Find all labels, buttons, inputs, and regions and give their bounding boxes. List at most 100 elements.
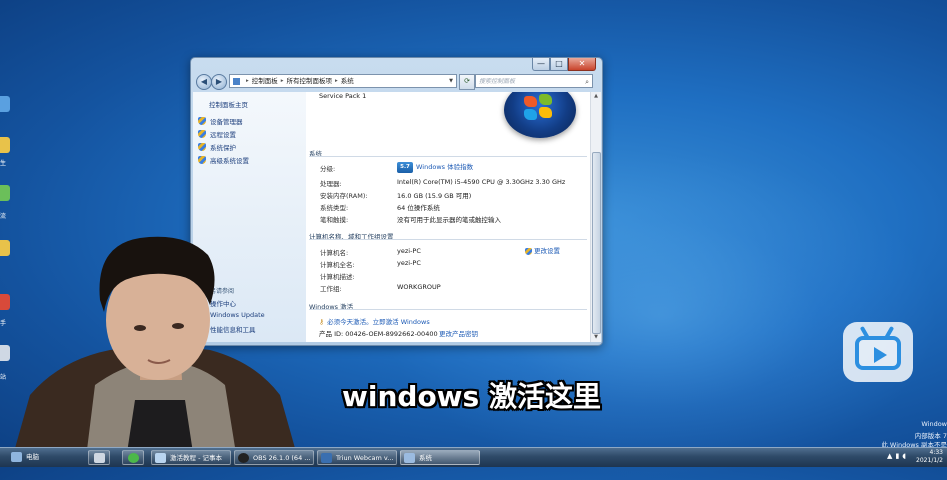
shield-icon <box>198 156 206 164</box>
taskbar-item-obs[interactable]: OBS 26.1.0 (64 ... <box>234 450 314 465</box>
wei-link[interactable]: Windows 体验指数 <box>416 163 473 171</box>
taskbar-item-notepad[interactable]: 激活教程 - 记事本 <box>151 450 231 465</box>
navigation-bar: ◀ ▶ ▸ 控制面板 ▸ 所有控制面板项 ▸ 系统 ▼ ⟳ 搜索控制面板 ⌕ <box>191 72 602 92</box>
search-input[interactable]: 搜索控制面板 ⌕ <box>475 74 593 88</box>
key-icon: ⚷ <box>319 318 325 326</box>
desktop-icon[interactable] <box>0 185 10 201</box>
sidebar-item-performance[interactable]: 性能信息和工具 <box>210 324 256 334</box>
ram-label: 安装内存(RAM): <box>320 192 368 200</box>
sidebar-item-action-center[interactable]: 操作中心 <box>210 298 236 308</box>
change-settings-label: 更改设置 <box>534 247 560 255</box>
sidebar-item-remote-settings[interactable]: 远程设置 <box>198 129 236 139</box>
scroll-thumb[interactable] <box>592 152 601 334</box>
desktop-icon[interactable] <box>0 345 10 361</box>
desktop-icon-label: 站 <box>0 374 7 381</box>
see-also-heading: 另请参阅 <box>210 288 235 295</box>
pen-touch-value: 没有可用于此显示器的笔或触控输入 <box>397 216 501 224</box>
taskbar-pinned-app[interactable] <box>88 450 110 465</box>
sidebar-item-label: 设备管理器 <box>210 118 243 126</box>
description-label: 计算机描述: <box>320 273 355 281</box>
taskbar-pinned-app[interactable] <box>122 450 144 465</box>
desktop-icon[interactable] <box>0 137 10 153</box>
system-type-value: 64 位操作系统 <box>397 204 440 212</box>
back-arrow-icon[interactable]: ◀ <box>196 74 212 90</box>
bilibili-screen <box>855 336 901 370</box>
sidebar-item-system-protection[interactable]: 系统保护 <box>198 142 236 152</box>
flag-red <box>524 96 537 107</box>
taskbar-item-system[interactable]: 系统 <box>400 450 480 465</box>
address-bar[interactable]: ▸ 控制面板 ▸ 所有控制面板项 ▸ 系统 ▼ <box>229 74 457 88</box>
computer-icon <box>11 452 22 462</box>
activation-link-label: 必须今天激活。立即激活 Windows <box>327 318 430 326</box>
breadcrumb-separator-icon: ▸ <box>335 78 338 84</box>
clock-time: 4:33 <box>929 449 943 456</box>
wei-badge: 5.7 <box>397 161 413 173</box>
scrollbar[interactable]: ▲ ▼ <box>590 92 601 342</box>
bilibili-logo-icon <box>843 322 913 382</box>
desktop-icon[interactable] <box>0 294 10 310</box>
breadcrumb-item[interactable]: 控制面板 <box>252 74 278 88</box>
section-divider <box>309 239 587 240</box>
desktop-icon-label: 手 <box>0 320 7 327</box>
clock[interactable]: 4:33 2021/1/2 <box>916 449 943 465</box>
system-type-label: 系统类型: <box>320 204 349 212</box>
pen-touch-label: 笔和触摸: <box>320 216 349 224</box>
app-icon <box>94 453 105 463</box>
flag-yellow <box>539 107 552 118</box>
system-window: — □ ✕ ◀ ▶ ▸ 控制面板 ▸ 所有控制面板项 ▸ 系统 ▼ ⟳ 搜索控制… <box>190 57 603 346</box>
flag-blue <box>524 109 537 120</box>
search-icon[interactable]: ⌕ <box>585 75 589 89</box>
system-tray[interactable]: ▲▮◖ <box>887 452 909 460</box>
taskbar-item-label: Triun Webcam v... <box>336 454 394 462</box>
sidebar-item-device-manager[interactable]: 设备管理器 <box>198 116 243 126</box>
caption-buttons: — □ ✕ <box>532 58 596 71</box>
change-product-key-link[interactable]: 更改产品密钥 <box>439 328 478 338</box>
taskbar-item-label: 系统 <box>419 454 432 462</box>
sidebar: 控制面板主页 设备管理器 远程设置 系统保护 高级系统设置 另请参阅 操作中心 … <box>193 92 306 342</box>
full-name-value: yezi-PC <box>397 259 421 267</box>
content-pane: Service Pack 1 系统 分级: 5.7 Windows 体验指数 处理… <box>306 92 590 342</box>
taskbar-item-computer[interactable]: 电脑 <box>8 450 80 465</box>
volume-icon[interactable]: ◖ <box>902 452 909 460</box>
processor-value: Intel(R) Core(TM) i5-4590 CPU @ 3.30GHz … <box>397 178 566 186</box>
rating-value[interactable]: 5.7 Windows 体验指数 <box>397 161 473 173</box>
flag-green <box>539 94 552 105</box>
desktop-icon[interactable] <box>0 96 10 112</box>
full-name-label: 计算机全名: <box>320 261 355 269</box>
sidebar-item-label: 高级系统设置 <box>210 157 249 165</box>
section-divider <box>309 156 587 157</box>
sidebar-home-link[interactable]: 控制面板主页 <box>209 99 248 109</box>
sidebar-item-advanced-settings[interactable]: 高级系统设置 <box>198 155 249 165</box>
scroll-down-icon[interactable]: ▼ <box>591 334 601 340</box>
chevron-down-icon[interactable]: ▼ <box>449 74 453 88</box>
windows-watermark-line: Window <box>921 420 947 428</box>
sidebar-item-label: 远程设置 <box>210 131 236 139</box>
person-neck <box>140 345 182 380</box>
taskbar: 电脑 激活教程 - 记事本 OBS 26.1.0 (64 ... Triun W… <box>0 447 947 467</box>
ram-value: 16.0 GB (15.9 GB 可用) <box>397 192 472 200</box>
app-icon <box>128 453 139 463</box>
rating-label: 分级: <box>320 165 336 173</box>
scroll-up-icon[interactable]: ▲ <box>591 93 601 99</box>
computer-name-label: 计算机名: <box>320 249 349 257</box>
close-button[interactable]: ✕ <box>568 58 596 71</box>
minimize-button[interactable]: — <box>532 58 550 71</box>
breadcrumb-item[interactable]: 系统 <box>341 74 354 88</box>
desktop-icon[interactable] <box>0 240 10 256</box>
maximize-button[interactable]: □ <box>550 58 568 71</box>
control-panel-icon <box>233 77 240 85</box>
refresh-icon[interactable]: ⟳ <box>459 74 475 90</box>
taskbar-item-label: 电脑 <box>26 453 39 461</box>
taskbar-item-webcam[interactable]: Triun Webcam v... <box>317 450 397 465</box>
activation-link[interactable]: ⚷ 必须今天激活。立即激活 Windows <box>319 316 430 326</box>
desktop-icon-label: 生 <box>0 160 7 167</box>
forward-arrow-icon[interactable]: ▶ <box>211 74 227 90</box>
change-settings-link[interactable]: 更改设置 <box>525 245 560 255</box>
person-eye <box>134 325 146 331</box>
workgroup-label: 工作组: <box>320 285 342 293</box>
computer-name-value: yezi-PC <box>397 247 421 255</box>
product-id: 产品 ID: 00426-OEM-8992662-00400 <box>319 330 438 338</box>
windows-logo-icon <box>504 92 576 138</box>
sidebar-item-windows-update[interactable]: Windows Update <box>210 311 265 319</box>
breadcrumb-item[interactable]: 所有控制面板项 <box>287 74 333 88</box>
